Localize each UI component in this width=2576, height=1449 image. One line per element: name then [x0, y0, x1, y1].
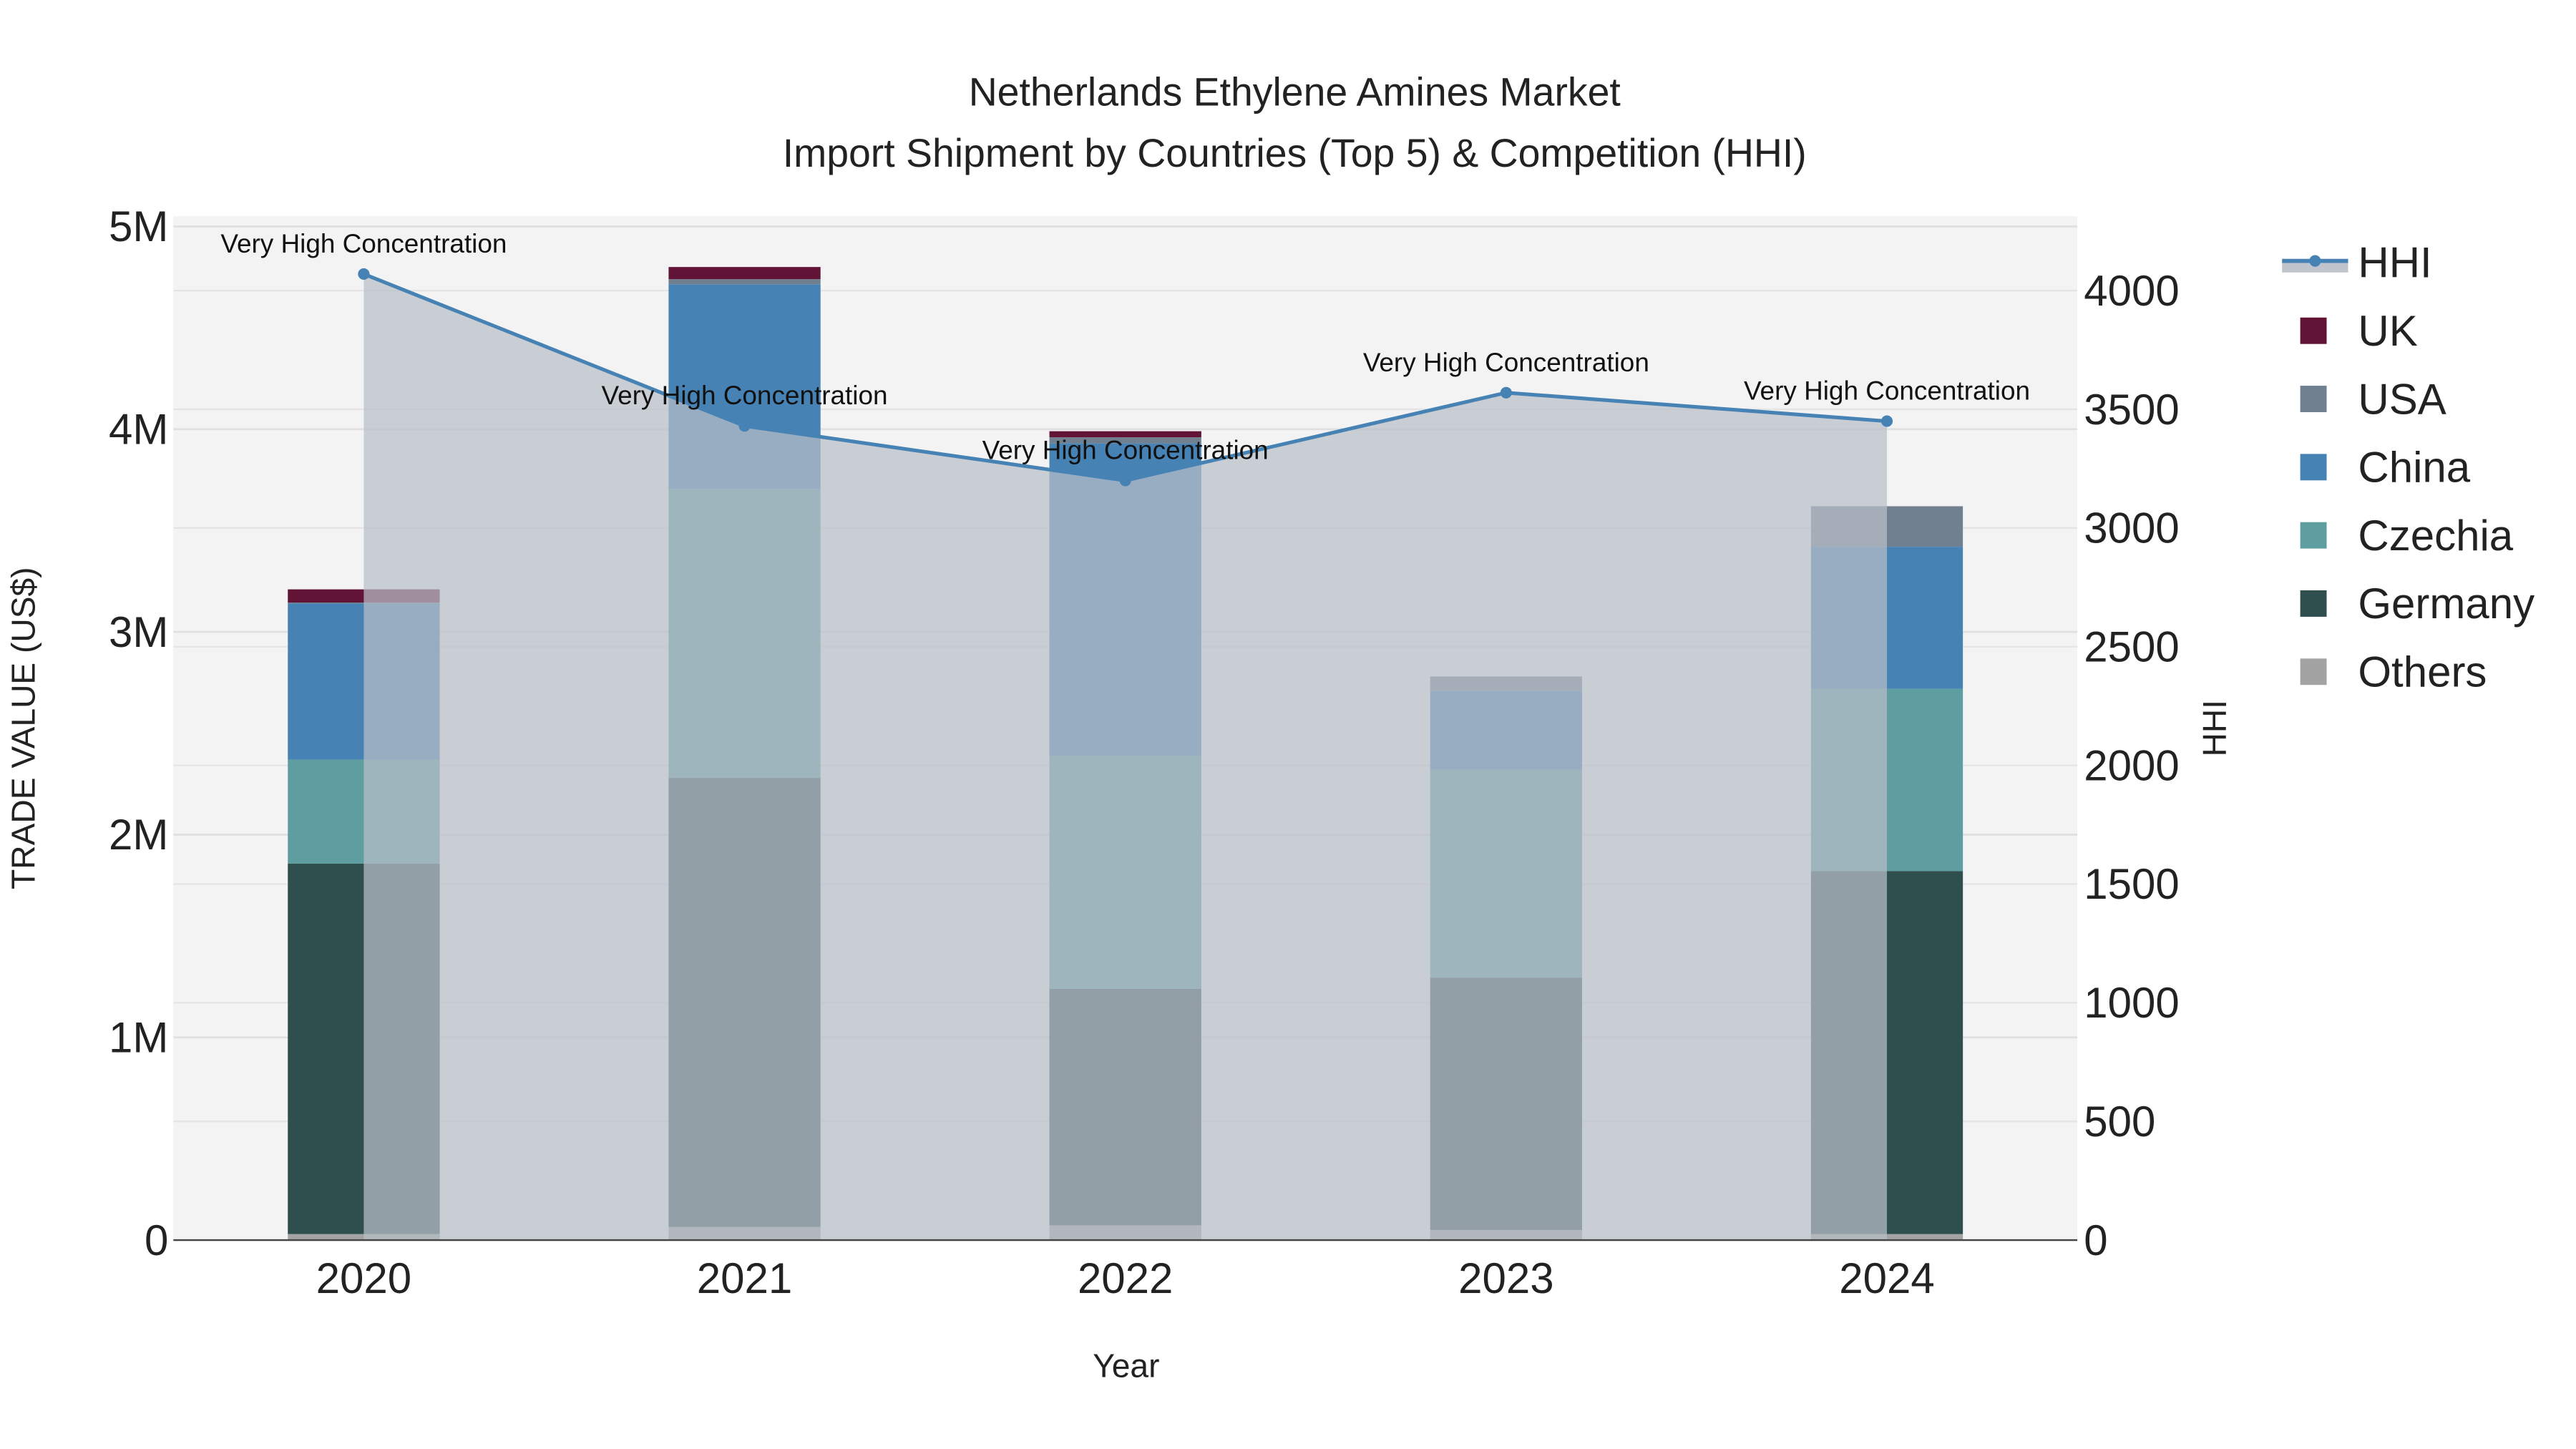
x-tick-label: 2021 — [697, 1254, 792, 1302]
y-axis-label: TRADE VALUE (US$) — [4, 567, 42, 889]
hhi-annotation: Very High Concentration — [1363, 348, 1649, 377]
bar-uk-2021 — [668, 267, 821, 280]
y2-axis-label: HHI — [2196, 700, 2233, 756]
legend-swatch — [2300, 590, 2327, 617]
legend-label: China — [2358, 444, 2470, 492]
legend-label: Others — [2358, 648, 2487, 696]
y2-tick-label: 3000 — [2084, 504, 2179, 552]
x-axis-label: Year — [1093, 1347, 1159, 1385]
y-tick-label: 1M — [109, 1014, 168, 1062]
legend-swatch — [2300, 386, 2327, 412]
y2-tick-label: 0 — [2084, 1216, 2107, 1264]
y2-tick-label: 1500 — [2084, 860, 2179, 908]
y2-tick-label: 3500 — [2084, 386, 2179, 434]
chart-title: Netherlands Ethylene Amines Market — [969, 70, 1621, 114]
legend-swatch — [2300, 454, 2327, 481]
y2-tick-label: 500 — [2084, 1098, 2155, 1146]
hhi-annotation: Very High Concentration — [602, 381, 888, 410]
hhi-annotation: Very High Concentration — [982, 436, 1269, 465]
hhi-point-2020 — [358, 268, 370, 280]
legend-swatch — [2300, 658, 2327, 686]
x-tick-label: 2023 — [1458, 1254, 1553, 1302]
legend-label: HHI — [2358, 239, 2431, 287]
hhi-point-2023 — [1500, 386, 1512, 399]
legend-label: Germany — [2358, 580, 2534, 628]
legend-hhi-marker — [2309, 255, 2321, 267]
chart-subtitle: Import Shipment by Countries (Top 5) & C… — [783, 131, 1807, 175]
hhi-annotation: Very High Concentration — [1744, 376, 2030, 406]
x-tick-label: 2024 — [1839, 1254, 1934, 1302]
legend-swatch — [2300, 522, 2327, 549]
y-tick-label: 2M — [109, 811, 168, 859]
hhi-point-2024 — [1880, 415, 1893, 427]
y2-tick-label: 4000 — [2084, 267, 2179, 315]
y2-tick-label: 2000 — [2084, 741, 2179, 789]
y-tick-label: 4M — [109, 406, 168, 454]
hhi-point-2022 — [1119, 474, 1131, 487]
legend-label: Czechia — [2358, 512, 2513, 560]
y-tick-label: 0 — [145, 1216, 168, 1264]
y2-tick-label: 2500 — [2084, 623, 2179, 671]
hhi-annotation: Very High Concentration — [220, 229, 507, 258]
y-tick-label: 3M — [109, 608, 168, 656]
chart: Very High Concentration Very High Concent… — [0, 0, 2576, 1449]
legend-label: USA — [2358, 375, 2446, 423]
y2-tick-label: 1000 — [2084, 979, 2179, 1027]
legend-label: UK — [2358, 307, 2417, 355]
bar-usa-2021 — [668, 279, 821, 285]
y-tick-label: 5M — [109, 203, 168, 250]
legend-swatch — [2300, 317, 2327, 344]
x-tick-label: 2022 — [1078, 1254, 1173, 1302]
hhi-point-2021 — [738, 420, 751, 432]
x-tick-label: 2020 — [316, 1254, 411, 1302]
